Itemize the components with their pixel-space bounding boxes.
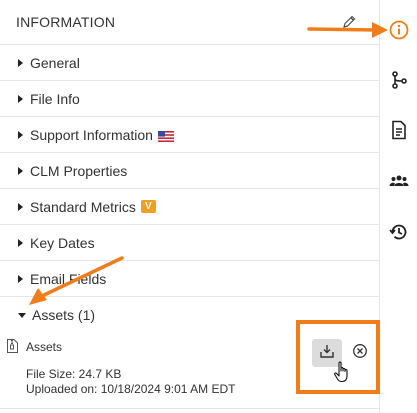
caret-right-icon [18, 58, 23, 67]
people-icon[interactable] [389, 171, 409, 191]
section-label: Assets (1) [32, 307, 96, 323]
section-label: Standard Metrics [30, 198, 136, 215]
section-label: Support Information [30, 126, 153, 143]
section-support-information[interactable]: Support Information [0, 117, 379, 153]
section-clm-properties[interactable]: CLM Properties [0, 153, 379, 189]
section-label: File Info [30, 90, 80, 107]
document-icon[interactable] [389, 120, 409, 140]
caret-right-icon [18, 94, 23, 103]
section-label: Email Fields [30, 270, 107, 287]
v-badge-icon: V [140, 200, 156, 213]
section-label: General [30, 54, 80, 71]
section-key-dates[interactable]: Key Dates [0, 225, 379, 261]
side-rail [380, 0, 417, 413]
edit-pencil-icon[interactable] [341, 14, 357, 30]
info-icon[interactable] [389, 20, 409, 40]
divider [0, 408, 380, 409]
caret-right-icon [18, 202, 23, 211]
caret-right-icon [18, 238, 23, 247]
panel-title: INFORMATION [16, 14, 116, 30]
asset-uploaded-on: Uploaded on: 10/18/2024 9:01 AM EDT [26, 382, 236, 396]
information-panel-screen: INFORMATION General File Info Support In… [0, 0, 417, 413]
section-file-info[interactable]: File Info [0, 81, 379, 117]
zip-file-icon [7, 339, 18, 353]
section-label: CLM Properties [30, 162, 128, 179]
history-icon[interactable] [389, 222, 409, 242]
download-highlight-box [296, 320, 380, 394]
branch-icon[interactable] [389, 70, 409, 90]
us-flag-icon [157, 129, 175, 143]
caret-right-icon [18, 166, 23, 175]
asset-name: Assets [26, 340, 63, 354]
section-general[interactable]: General [0, 45, 379, 81]
caret-right-icon [18, 274, 23, 283]
caret-down-icon [18, 312, 26, 318]
section-email-fields[interactable]: Email Fields [0, 261, 379, 297]
asset-file-size: File Size: 24.7 KB [26, 367, 122, 381]
caret-right-icon [18, 130, 23, 139]
panel-header: INFORMATION [0, 0, 379, 45]
section-label: Key Dates [30, 234, 95, 251]
section-standard-metrics[interactable]: Standard Metrics V [0, 189, 379, 225]
